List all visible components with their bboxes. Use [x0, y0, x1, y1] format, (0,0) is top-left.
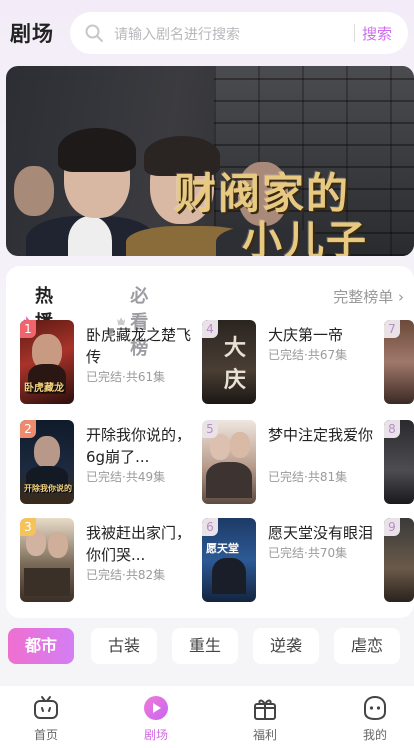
category-tab-dushi[interactable]: 都市	[8, 628, 74, 664]
search-divider	[354, 24, 355, 42]
category-tab-nuelian[interactable]: 虐恋	[334, 628, 400, 664]
rank-badge: 3	[20, 518, 36, 536]
rank-badge: 6	[202, 518, 218, 536]
tab-home-label: 首页	[33, 728, 58, 742]
full-list-link[interactable]: 完整榜单 ›	[333, 286, 404, 307]
rank-badge: 9	[384, 518, 400, 536]
tab-welfare[interactable]: 福利	[235, 694, 295, 744]
chevron-right-icon: ›	[393, 288, 404, 306]
list-item[interactable]: 愿天堂 6 愿天堂没有眼泪 已完结·共70集	[202, 518, 382, 604]
drama-cover: 8	[384, 420, 414, 504]
tv-icon	[34, 696, 58, 719]
hero-banner[interactable]: 财阀家的 小儿子	[6, 66, 414, 256]
tab-mine[interactable]: 我的	[345, 694, 405, 744]
drama-cover: 9	[384, 518, 414, 602]
rank-badge: 5	[202, 420, 218, 438]
drama-meta: 已完结·共82集	[86, 568, 166, 582]
ranking-card: 热播榜 必看榜 完整榜单 › 卧虎藏龙 1 卧虎藏龙之楚飞传 已完结·共61集	[6, 266, 414, 618]
drama-meta: 已完结·共81集	[268, 470, 348, 484]
drama-cover: 大庆 4	[202, 320, 256, 404]
page-title: 剧场	[10, 22, 54, 46]
tab-welfare-label: 福利	[252, 728, 277, 742]
category-tab-guzhuang[interactable]: 古装	[91, 628, 157, 664]
drama-title: 卧虎藏龙之楚飞传	[86, 326, 192, 366]
rank-badge: 2	[20, 420, 36, 438]
ranking-grid: 卧虎藏龙 1 卧虎藏龙之楚飞传 已完结·共61集 开除我你说的 2 开除我你说的…	[6, 320, 414, 610]
drama-cover: 卧虎藏龙 1	[20, 320, 74, 404]
drama-title: 梦中注定我爱你	[268, 426, 374, 444]
cover-caption: 愿天堂	[206, 542, 239, 555]
category-tab-nixi[interactable]: 逆袭	[253, 628, 319, 664]
list-item[interactable]: 3 我被赶出家门，你们哭... 已完结·共82集	[20, 518, 200, 604]
full-list-label: 完整榜单	[333, 288, 394, 306]
drama-meta: 已完结·共61集	[86, 370, 166, 384]
cover-caption: 大庆	[224, 336, 247, 393]
rank-badge: 4	[202, 320, 218, 338]
drama-cover: 愿天堂 6	[202, 518, 256, 602]
header: 剧场 请输入剧名进行搜索 搜索	[0, 0, 414, 64]
banner-person-far-left	[14, 166, 54, 216]
tab-theater[interactable]: 剧场	[126, 694, 186, 744]
bottom-tab-bar: 首页 剧场 福利 我的	[0, 686, 414, 748]
search-icon	[85, 24, 103, 42]
list-item[interactable]: 大庆 4 大庆第一帝 已完结·共67集	[202, 320, 382, 406]
rank-badge: 7	[384, 320, 400, 338]
list-item[interactable]: 9	[384, 518, 414, 604]
list-item[interactable]: 7	[384, 320, 414, 406]
drama-title: 我被赶出家门，你们哭...	[86, 524, 192, 564]
tab-mine-label: 我的	[362, 728, 387, 742]
search-bar[interactable]: 请输入剧名进行搜索 搜索	[70, 12, 408, 54]
search-button[interactable]: 搜索	[362, 23, 392, 44]
drama-title: 愿天堂没有眼泪	[268, 524, 374, 542]
drama-title: 开除我你说的，6g崩了...	[86, 426, 192, 466]
profile-face-icon	[364, 695, 386, 721]
cover-caption: 卧虎藏龙	[24, 383, 64, 394]
rank-badge: 1	[20, 320, 36, 338]
rank-badge: 8	[384, 420, 400, 438]
drama-meta: 已完结·共67集	[268, 348, 348, 362]
cover-caption: 开除我你说的	[24, 484, 72, 493]
drama-meta: 已完结·共70集	[268, 546, 348, 560]
gift-icon	[254, 699, 276, 720]
drama-cover: 7	[384, 320, 414, 404]
list-item[interactable]: 开除我你说的 2 开除我你说的，6g崩了... 已完结·共49集	[20, 420, 200, 506]
drama-meta: 已完结·共49集	[86, 470, 166, 484]
banner-person-1-hair	[58, 128, 136, 172]
list-item[interactable]: 8	[384, 420, 414, 506]
drama-cover: 3	[20, 518, 74, 602]
banner-title-line2: 小儿子	[242, 217, 368, 256]
search-input[interactable]: 请输入剧名进行搜索	[114, 24, 240, 44]
tab-home[interactable]: 首页	[16, 694, 76, 744]
category-tabs: 都市 古装 重生 逆袭 虐恋	[6, 628, 414, 668]
drama-cover: 开除我你说的 2	[20, 420, 74, 504]
play-circle-icon	[144, 696, 168, 720]
category-tab-chongsheng[interactable]: 重生	[172, 628, 238, 664]
drama-title: 大庆第一帝	[268, 326, 344, 344]
tab-theater-label: 剧场	[143, 728, 168, 742]
list-item[interactable]: 5 梦中注定我爱你 已完结·共81集	[202, 420, 382, 506]
drama-cover: 5	[202, 420, 256, 504]
list-item[interactable]: 卧虎藏龙 1 卧虎藏龙之楚飞传 已完结·共61集	[20, 320, 200, 406]
